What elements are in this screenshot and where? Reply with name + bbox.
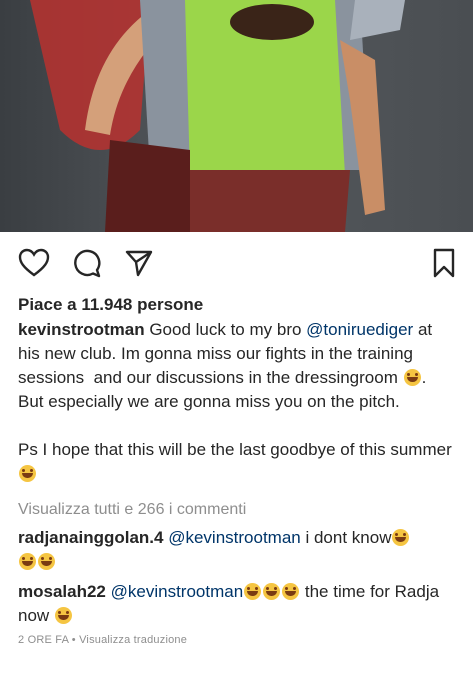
comment-item: mosalah22 @kevinstrootman the time for R… [18, 580, 455, 628]
likes-count[interactable]: Piace a 11.948 persone [18, 294, 455, 316]
comment-mention[interactable]: @kevinstrootman [168, 528, 301, 547]
post-footer: 2 ore fa • Visualizza traduzione [18, 634, 455, 646]
translate-link[interactable]: Visualizza traduzione [79, 634, 187, 646]
footer-separator: • [68, 634, 80, 646]
laughing-emoji-icon [244, 583, 262, 600]
post-timestamp: 2 ore fa [18, 634, 69, 646]
comment-bubble-icon[interactable] [72, 248, 102, 283]
caption-username[interactable]: kevinstrootman [18, 320, 145, 339]
comment-username[interactable]: mosalah22 [18, 582, 106, 601]
comment-username[interactable]: radjanainggolan.4 [18, 528, 163, 547]
comment-item: radjanainggolan.4 @kevinstrootman i dont… [18, 526, 455, 574]
caption-mention[interactable]: @toniruediger [306, 320, 413, 339]
laughing-emoji-icon [19, 553, 36, 570]
photo-illustration [30, 0, 405, 232]
heart-outline-icon[interactable] [18, 248, 50, 283]
laughing-emoji-icon [263, 583, 281, 600]
paper-plane-icon[interactable] [124, 248, 154, 283]
comment-mention[interactable]: @kevinstrootman [111, 582, 244, 601]
laughing-emoji-icon [38, 553, 55, 570]
laughing-emoji-icon [392, 529, 410, 546]
bookmark-icon[interactable] [432, 248, 456, 283]
action-bar [0, 232, 473, 290]
post-photo[interactable] [0, 0, 473, 232]
laughing-emoji-icon [54, 607, 72, 624]
winking-emoji-icon [19, 465, 36, 482]
view-all-comments-link[interactable]: Visualizza tutti e 266 i commenti [18, 500, 455, 520]
comment-text: i dont know [300, 528, 392, 547]
laughing-emoji-icon [403, 369, 421, 386]
post-content: Piace a 11.948 persone kevinstrootman Go… [0, 294, 473, 646]
laughing-emoji-icon [282, 583, 300, 600]
post-caption: kevinstrootman Good luck to my bro @toni… [18, 318, 455, 486]
caption-text-1: Good luck to my bro [144, 320, 307, 339]
